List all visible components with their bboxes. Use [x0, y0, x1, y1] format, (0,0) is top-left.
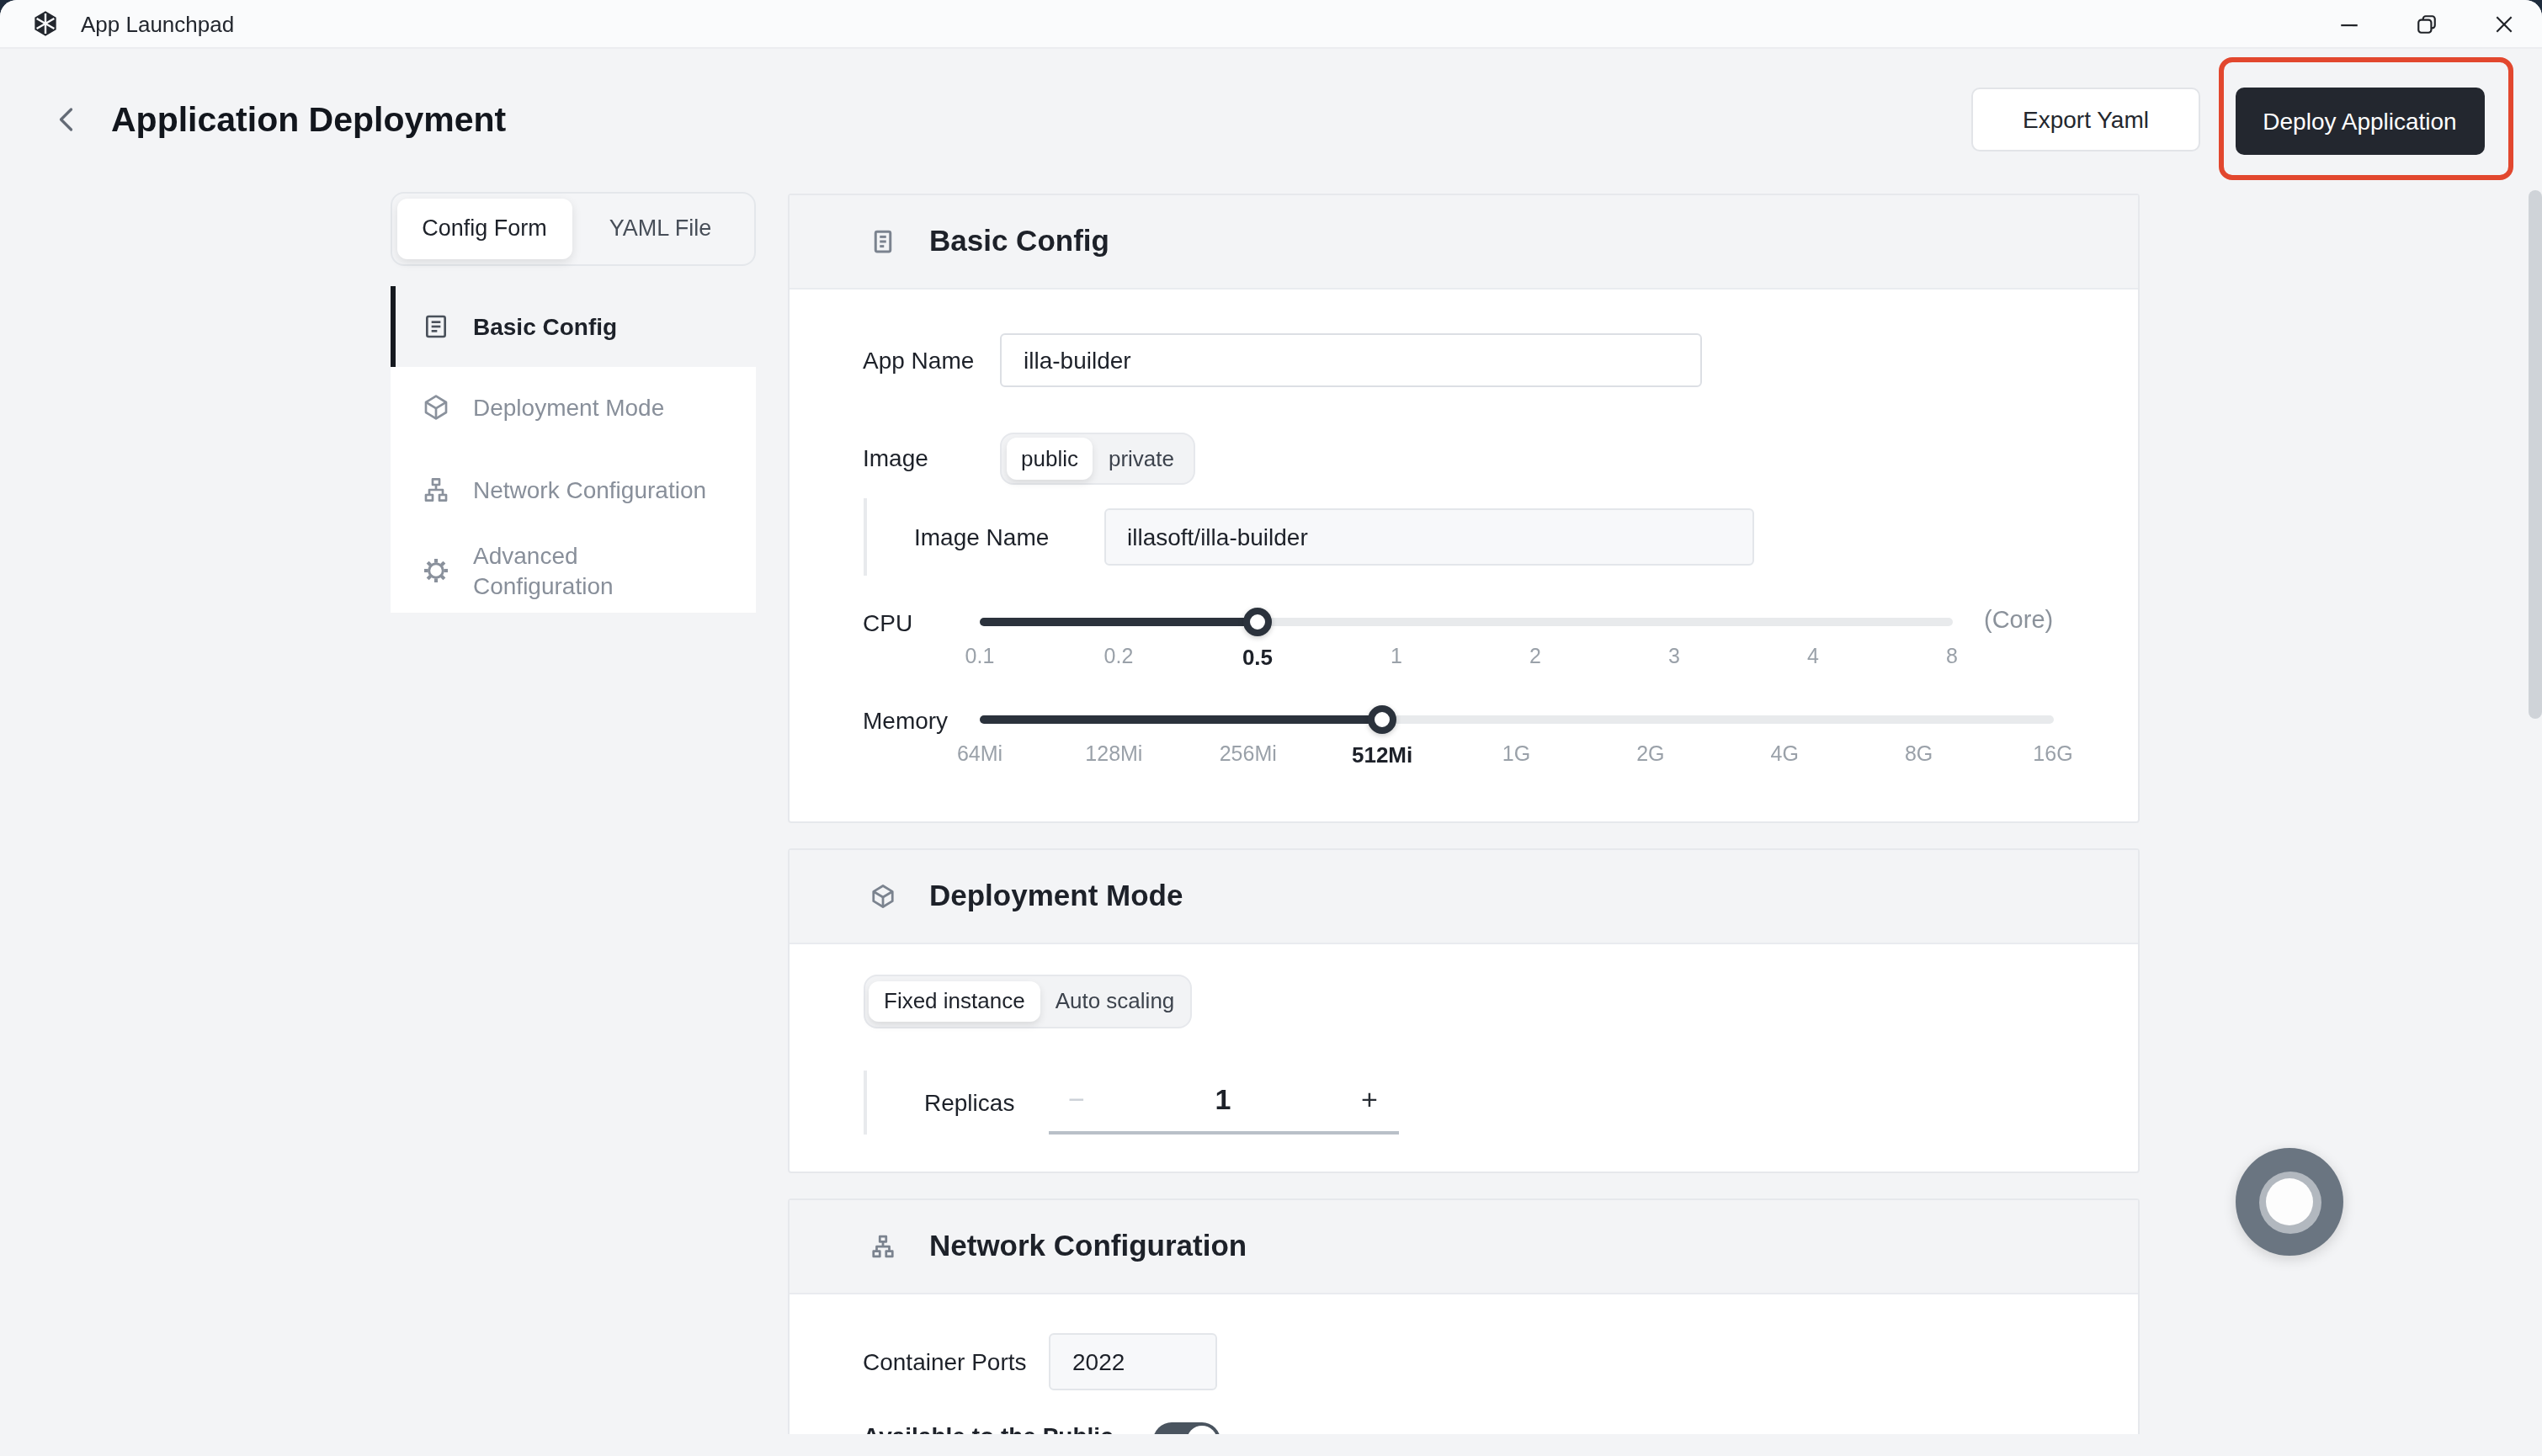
- app-window: App Launchpad Application Deploymen: [0, 0, 2542, 1456]
- app-name-row: App Name illa-builder: [863, 333, 2138, 386]
- memory-slider-handle[interactable]: [1368, 705, 1396, 734]
- main-content: Basic Config App Name illa-builder Image…: [788, 193, 2140, 1456]
- image-name-row: Image Name illasoft/illa-builder: [914, 508, 2138, 565]
- image-public-option[interactable]: public: [1006, 438, 1093, 479]
- replicas-row: Replicas − 1 +: [924, 1071, 2138, 1135]
- app-name-input[interactable]: illa-builder: [1000, 333, 1702, 386]
- scrollbar-thumb[interactable]: [2529, 190, 2542, 719]
- cube-icon: [870, 883, 896, 908]
- tab-config-form[interactable]: Config Form: [396, 199, 572, 258]
- memory-slider-track[interactable]: [980, 715, 2053, 724]
- sidebar-item-deployment-mode[interactable]: Deployment Mode: [390, 367, 755, 449]
- restore-button[interactable]: [2387, 0, 2465, 47]
- deploy-application-button[interactable]: Deploy Application: [2235, 87, 2485, 154]
- cpu-slider-marks: 0.1 0.2 0.5 1 2 3 4 8: [980, 644, 1952, 671]
- network-icon: [423, 476, 449, 503]
- window-title: App Launchpad: [81, 11, 234, 36]
- replicas-group: Replicas − 1 +: [863, 1071, 2138, 1135]
- deployment-mode-segment: Fixed instance Auto scaling: [863, 975, 1191, 1028]
- cursor-halo-indicator: [2236, 1148, 2343, 1256]
- close-button[interactable]: [2465, 0, 2542, 47]
- sidebar: Config Form YAML File Basic Config Deplo…: [390, 192, 755, 612]
- replicas-value: 1: [1105, 1084, 1341, 1118]
- image-name-group: Image Name illasoft/illa-builder: [863, 498, 2138, 575]
- cpu-slider-track[interactable]: [980, 617, 1952, 625]
- memory-slider-marks: 64Mi 128Mi 256Mi 512Mi 1G 2G 4G 8G 16G: [980, 742, 2053, 769]
- cpu-slider-handle[interactable]: [1243, 607, 1272, 635]
- deployment-mode-card: Deployment Mode Fixed instance Auto scal…: [788, 848, 2140, 1172]
- sidebar-item-basic-config[interactable]: Basic Config: [390, 285, 755, 367]
- cube-icon: [423, 395, 449, 422]
- memory-slider: 64Mi 128Mi 256Mi 512Mi 1G 2G 4G 8G 16G: [980, 705, 2053, 776]
- window-bottom-edge: [0, 1433, 2542, 1456]
- fixed-instance-option[interactable]: Fixed instance: [869, 980, 1040, 1022]
- document-icon: [423, 313, 449, 340]
- basic-config-header: Basic Config: [790, 194, 2138, 289]
- network-configuration-card: Network Configuration Container Ports 20…: [788, 1198, 2140, 1456]
- sidebar-item-advanced-configuration[interactable]: Advanced Configuration: [390, 530, 755, 612]
- minimize-button[interactable]: [2310, 0, 2387, 47]
- app-launchpad-window: App Launchpad Application Deploymen: [0, 0, 2542, 1456]
- back-button[interactable]: [52, 104, 82, 135]
- gear-icon: [423, 558, 449, 585]
- cpu-row: CPU 0.1 0.2 0.5 1 2: [863, 607, 2138, 678]
- replicas-stepper: − 1 +: [1048, 1071, 1398, 1135]
- image-name-input[interactable]: illasoft/illa-builder: [1103, 508, 1754, 565]
- network-configuration-header: Network Configuration: [790, 1199, 2138, 1294]
- export-yaml-button[interactable]: Export Yaml: [1971, 88, 2200, 151]
- image-row: Image public private: [863, 432, 2138, 485]
- network-icon: [870, 1233, 896, 1258]
- config-mode-tabs: Config Form YAML File: [390, 192, 755, 265]
- container-ports-row: Container Ports 2022: [863, 1333, 2138, 1390]
- app-logo-icon: [32, 10, 59, 37]
- replicas-decrement-button[interactable]: −: [1048, 1084, 1105, 1118]
- sidebar-item-network-configuration[interactable]: Network Configuration: [390, 449, 755, 530]
- titlebar: App Launchpad: [0, 0, 2542, 49]
- document-icon: [870, 228, 896, 253]
- cpu-unit-label: (Core): [1984, 605, 2053, 632]
- window-controls: [2310, 0, 2542, 47]
- sidebar-menu: Basic Config Deployment Mode Network Con…: [390, 285, 755, 612]
- replicas-increment-button[interactable]: +: [1341, 1084, 1398, 1118]
- auto-scaling-option[interactable]: Auto scaling: [1040, 980, 1190, 1022]
- image-visibility-segment: public private: [1000, 432, 1195, 485]
- basic-config-card: Basic Config App Name illa-builder Image…: [788, 193, 2140, 822]
- cpu-slider: 0.1 0.2 0.5 1 2 3 4 8 (Core): [980, 607, 1952, 678]
- container-ports-input[interactable]: 2022: [1049, 1333, 1216, 1390]
- deployment-mode-header: Deployment Mode: [790, 849, 2138, 943]
- image-private-option[interactable]: private: [1093, 438, 1189, 479]
- tab-yaml-file[interactable]: YAML File: [572, 199, 748, 258]
- memory-row: Memory 64Mi 128Mi 256Mi 512Mi: [863, 705, 2138, 776]
- page-title: Application Deployment: [111, 99, 506, 140]
